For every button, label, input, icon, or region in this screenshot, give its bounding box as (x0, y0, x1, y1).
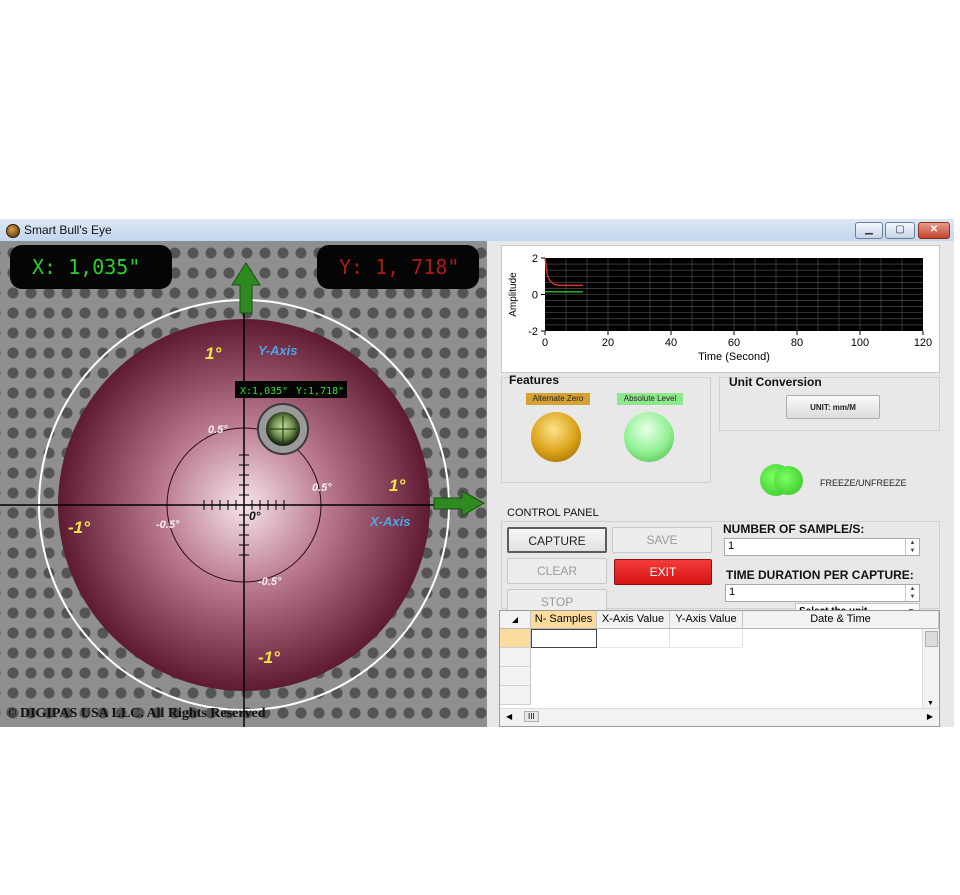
label-x-axis: X-Axis (369, 514, 410, 529)
unit-button[interactable]: UNIT: mm/M (786, 395, 880, 419)
alt-zero-label: Alternate Zero (526, 393, 590, 405)
x-tick-label: 80 (791, 337, 803, 349)
x-tick-label: 20 (602, 337, 614, 349)
alt-zero-indicator[interactable] (531, 412, 581, 462)
abs-level-label: Absolute Level (617, 393, 683, 405)
control-side: 0 20 40 60 80 100 120 2 0 -2 Time (Second) Amplitud… (487, 241, 954, 727)
freeze-toggle-glow (774, 466, 803, 495)
capture-button[interactable]: CAPTURE (507, 527, 607, 553)
amplitude-chart-svg: 0 20 40 60 80 100 12020-2Time (Second)Amplitud… (508, 253, 932, 363)
control-panel-title: CONTROL PANEL (507, 507, 599, 519)
grid-vertical-scrollbar[interactable]: ▼ (922, 629, 939, 709)
grid-cell[interactable] (670, 629, 743, 648)
x-tick-label: 40 (665, 337, 677, 349)
y-axis-title: Amplitude (508, 272, 519, 317)
label-05-right: 0.5° (312, 482, 332, 494)
scroll-left-icon[interactable]: ◀ (506, 712, 512, 721)
grid-corner[interactable]: ◢ (500, 611, 531, 629)
y-readout-display: Y: 1, 718" (317, 245, 479, 289)
label-neg05-bottom: -0.5° (258, 576, 282, 588)
inner-readout-x: X:1,035" (240, 386, 288, 397)
x-tick-label: 100 (851, 337, 869, 349)
inner-readout-y: Y:1,718" (296, 386, 344, 397)
grid-row-header[interactable] (500, 648, 531, 667)
app-icon (6, 224, 20, 238)
x-tick-label: 120 (914, 337, 932, 349)
grid-cell-selected[interactable] (531, 629, 597, 648)
duration-stepper[interactable]: 1 ▲ ▼ (725, 584, 920, 602)
y-tick-label: 2 (532, 253, 538, 265)
amplitude-chart: 0 20 40 60 80 100 120 2 0 -2 Time (Second) Amplitud… (501, 245, 940, 373)
scroll-thumb[interactable] (925, 631, 938, 647)
label-neg05-left: -0.5° (156, 519, 180, 531)
grid-header-samples[interactable]: N- Samples (531, 611, 597, 629)
app-window: Smart Bull's Eye ▁ ▢ ✕ X:1,035" Y:1,718"… (0, 219, 954, 727)
y-tick-label: -2 (528, 326, 538, 338)
copyright-text: © DIGIPAS USA LLC. All Rights Reserved (6, 706, 266, 721)
freeze-label: FREEZE/UNFREEZE (820, 478, 907, 488)
x-axis-arrow-icon (433, 490, 486, 517)
label-neg1deg-bottom: -1° (258, 648, 280, 667)
abs-level-indicator[interactable] (624, 412, 674, 462)
unit-conversion-title: Unit Conversion (729, 375, 822, 389)
grid-header-x[interactable]: X-Axis Value (597, 611, 670, 629)
grid-row-header[interactable] (500, 667, 531, 686)
exit-button[interactable]: EXIT (614, 559, 712, 585)
grid-cell[interactable] (597, 629, 670, 648)
label-1deg-top: 1° (205, 344, 221, 363)
label-zero: 0° (249, 509, 261, 523)
samples-label: NUMBER OF SAMPLE/S: (723, 522, 865, 536)
close-button[interactable]: ✕ (918, 222, 950, 239)
horizontal-scroll-thumb[interactable]: III (524, 711, 539, 722)
x-tick-label: 60 (728, 337, 740, 349)
label-y-axis: Y-Axis (258, 343, 298, 358)
clear-button[interactable]: CLEAR (507, 558, 607, 584)
duration-value: 1 (729, 586, 736, 598)
save-button[interactable]: SAVE (612, 527, 712, 553)
bullseye-panel: X:1,035" Y:1,718" 1° 1° -1° -1° 0.5° 0.5… (0, 241, 487, 727)
grid-row-header[interactable] (500, 686, 531, 705)
title-bar: Smart Bull's Eye ▁ ▢ ✕ (0, 219, 954, 242)
y-tick-label: 0 (532, 290, 538, 302)
samples-grid: ◢ N- Samples X-Axis Value Y-Axis Value D… (499, 610, 940, 727)
grid-horizontal-scrollbar[interactable]: ◀ III ▶ (500, 708, 939, 726)
maximize-button[interactable]: ▢ (885, 222, 915, 239)
duration-label: TIME DURATION PER CAPTURE: (726, 568, 914, 582)
label-neg1deg-left: -1° (68, 518, 90, 537)
scroll-right-icon[interactable]: ▶ (927, 712, 933, 721)
grid-row-header[interactable] (500, 629, 531, 648)
scroll-down-icon[interactable]: ▼ (927, 700, 934, 707)
samples-value: 1 (728, 540, 735, 552)
label-1deg-right: 1° (389, 476, 405, 495)
grid-header-y[interactable]: Y-Axis Value (670, 611, 743, 629)
samples-stepper[interactable]: 1 ▲ ▼ (724, 538, 920, 556)
x-readout-display: X: 1,035" (10, 245, 172, 289)
bullseye-graphic: X:1,035" Y:1,718" 1° 1° -1° -1° 0.5° 0.5… (0, 262, 486, 727)
y-axis-arrow-icon (231, 262, 261, 314)
x-tick-label: 0 (542, 337, 548, 349)
grid-header-datetime[interactable]: Date & Time (743, 611, 939, 629)
minimize-button[interactable]: ▁ (855, 222, 883, 239)
duration-spin-arrows-icon[interactable]: ▲ ▼ (905, 585, 919, 601)
label-05-top: 0.5° (208, 424, 228, 436)
samples-spin-arrows-icon[interactable]: ▲ ▼ (905, 539, 919, 555)
window-title: Smart Bull's Eye (24, 223, 112, 237)
features-title: Features (509, 373, 560, 387)
x-axis-title: Time (Second) (698, 351, 770, 363)
